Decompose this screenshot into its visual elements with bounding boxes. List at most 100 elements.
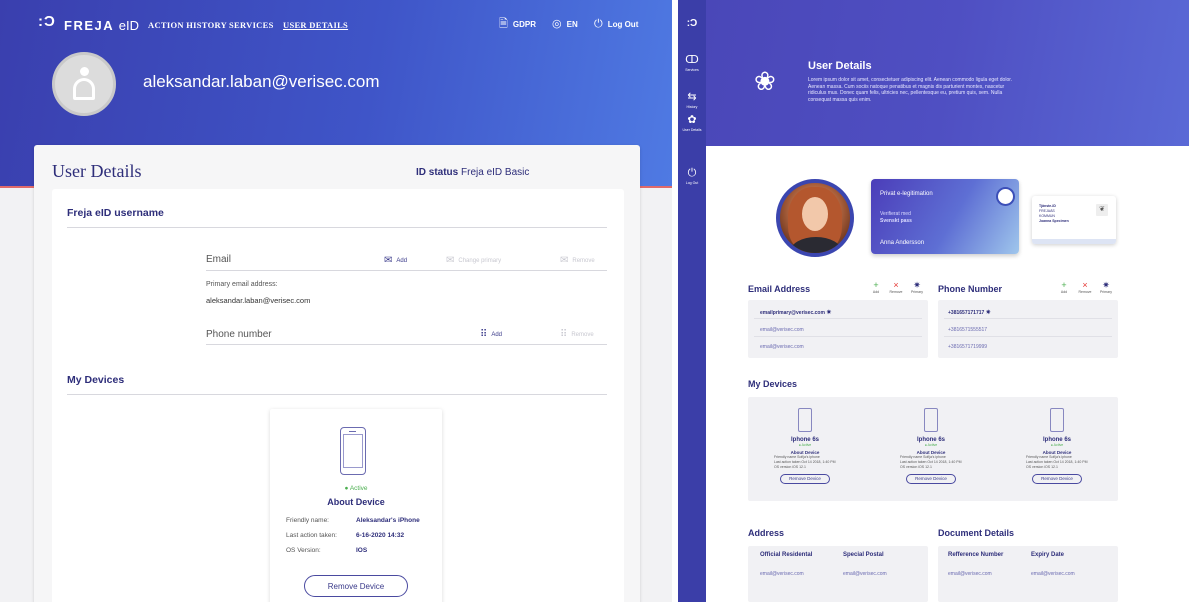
phone-primary-item[interactable]: +381657171717 ✷ (948, 309, 991, 316)
nav-services[interactable]: SERVICES (229, 20, 274, 30)
document-col-header: Expiry Date (1031, 552, 1065, 558)
device-last-action: 6-16-2020 14:32 (356, 532, 405, 539)
sidebar-item-logout[interactable]: ⏻ Log Out (678, 168, 706, 186)
eid-card-name: Anna Andersson (880, 240, 925, 246)
mail-change-icon: ✉ (446, 255, 455, 266)
gdpr-link[interactable]: 🗎 GDPR (499, 19, 536, 30)
email-list-item[interactable]: email@verisec.com (760, 344, 804, 350)
section-divider (67, 227, 607, 228)
sidebar: :Ɔ ↀ Services ⇆ History ✿ User Details ⏻ Log… (678, 0, 706, 602)
page-description: Lorem ipsum dolor sit amet, consectetuer… (808, 77, 1013, 103)
service-id-card[interactable]: Tjänste-ID FREJAÄS KOMMUN Joanna Specimen ❦ (1032, 196, 1116, 244)
primary-phone-button[interactable]: ✷ Primary (1099, 281, 1113, 295)
sidebar-item-label: Log Out (685, 181, 699, 185)
email-primary-item[interactable]: emailprimary@verisec.com ✷ (760, 309, 831, 316)
primary-email-button[interactable]: ✷ Primary (910, 281, 924, 295)
device-card: Iphone 6s ● Active About Device Friendly… (890, 408, 972, 484)
primary-email-value: aleksandar.laban@verisec.com (206, 296, 311, 305)
eid-card-title: Privat e-legitimation (880, 191, 933, 197)
add-email-button[interactable]: ✉ Add (384, 255, 407, 266)
nav-user-details[interactable]: USER DETAILS (283, 20, 348, 30)
device-detail-row: OS version iOS 12.1 (774, 465, 806, 469)
page-title: User Details (808, 60, 872, 72)
action-label: Remove (1078, 290, 1092, 294)
left-app-window: :Ɔ FREJA eID ACTION HISTORY SERVICES USE… (0, 0, 672, 602)
eid-card-line2: Svenskt pass (880, 217, 912, 224)
logout-button[interactable]: ⏻ Log Out (594, 19, 638, 30)
hero-banner: ❀ User Details Lorem ipsum dolor sit ame… (706, 0, 1189, 146)
gdpr-label: GDPR (512, 20, 536, 29)
email-list-item[interactable]: email@verisec.com (760, 327, 804, 333)
address-section-title: Address (748, 528, 785, 538)
device-key-friendly-name: Friendly name: (286, 517, 329, 524)
action-label: Add (872, 290, 880, 294)
document-value: email@verisec.com (1031, 571, 1075, 577)
email-label: Email (206, 254, 232, 265)
email-primary-text: emailprimary@verisec.com (760, 310, 825, 316)
freja-logo-icon[interactable]: :Ɔ (38, 13, 56, 30)
plus-icon: + (873, 280, 879, 290)
remove-email-button[interactable]: ✉ Remove (560, 255, 595, 266)
list-divider (944, 318, 1112, 319)
add-email-button[interactable]: + Add (869, 280, 883, 295)
remove-email-button[interactable]: × Remove (889, 280, 903, 295)
eid-card-verified: Verifierat med Svenskt pass (880, 211, 912, 224)
devices-divider (67, 394, 607, 395)
id-card-line3: KOMMUN (1039, 214, 1055, 218)
sidebar-item-services[interactable]: ↀ Services (678, 55, 706, 73)
device-os-version: IOS (356, 547, 368, 554)
devices-section-title: My Devices (67, 374, 125, 386)
remove-device-button[interactable]: Remove Device (906, 474, 956, 484)
sidebar-item-history[interactable]: ⇆ History (678, 92, 706, 110)
logout-label: Log Out (607, 20, 639, 29)
add-phone-button[interactable]: + Add (1057, 280, 1071, 295)
close-icon: × (893, 280, 899, 290)
id-status-value: Freja eID Basic (461, 167, 530, 178)
action-label: Primary (910, 290, 924, 294)
remove-device-button[interactable]: Remove Device (304, 575, 408, 597)
brand-suffix: eID (118, 18, 139, 33)
plus-icon: + (1061, 280, 1067, 290)
action-label: Add (1060, 290, 1068, 294)
nav-action-history[interactable]: ACTION HISTORY (148, 20, 227, 30)
about-device-title: About Device (327, 497, 385, 507)
top-navigation: :Ɔ FREJA eID ACTION HISTORY SERVICES USE… (0, 0, 672, 48)
remove-phone-label: Remove (571, 331, 594, 338)
id-card-line1: Tjänste-ID (1039, 204, 1056, 208)
freja-eid-card[interactable]: Privat e-legitimation Verifierat med Sven… (871, 179, 1019, 254)
add-phone-button[interactable]: ⠿ Add (480, 329, 502, 340)
brand-name[interactable]: FREJA eID (64, 18, 139, 33)
mail-remove-icon: ✉ (560, 255, 569, 266)
phone-primary-text: +381657171717 (948, 310, 985, 316)
page-title: User Details (52, 161, 142, 181)
keypad-remove-icon: ⠿ (560, 329, 568, 340)
change-primary-email-button[interactable]: ✉ Change primary (446, 255, 501, 266)
primary-star-icon: ✷ (985, 310, 991, 316)
remove-phone-button[interactable]: × Remove (1078, 280, 1092, 295)
device-status: ● Active (344, 485, 368, 492)
remove-device-button[interactable]: Remove Device (1032, 474, 1082, 484)
id-card-line4: Joanna Specimen (1039, 219, 1069, 223)
phone-list-item[interactable]: +3816571555517 (948, 327, 987, 333)
document-value: email@verisec.com (948, 571, 992, 577)
eid-card-line1: Verifierat med (880, 211, 911, 217)
profile-photo[interactable] (776, 179, 854, 257)
phone-field-underline (206, 344, 607, 345)
emblem-icon (998, 189, 1013, 204)
sidebar-logo-icon[interactable]: :Ɔ (678, 18, 706, 29)
remove-device-button[interactable]: Remove Device (780, 474, 830, 484)
device-detail-row: OS version iOS 12.1 (900, 465, 932, 469)
id-status: ID status Freja eID Basic (416, 167, 529, 178)
sidebar-item-user-details[interactable]: ✿ User Details (678, 115, 706, 133)
close-icon: × (1082, 280, 1088, 290)
primary-star-icon: ✷ (826, 310, 832, 316)
id-card-line2: FREJAÄS (1039, 209, 1055, 213)
avatar[interactable] (52, 52, 116, 116)
language-selector[interactable]: ◎ EN (552, 19, 578, 30)
phone-list-item[interactable]: +3816571719999 (948, 344, 987, 350)
keypad-add-icon: ⠿ (480, 329, 488, 340)
primary-email-label: Primary email address: (206, 281, 278, 288)
address-col-header: Special Postal (843, 552, 884, 558)
device-friendly-name: Aleksandar's iPhone (356, 517, 420, 524)
remove-phone-button[interactable]: ⠿ Remove (560, 329, 594, 340)
